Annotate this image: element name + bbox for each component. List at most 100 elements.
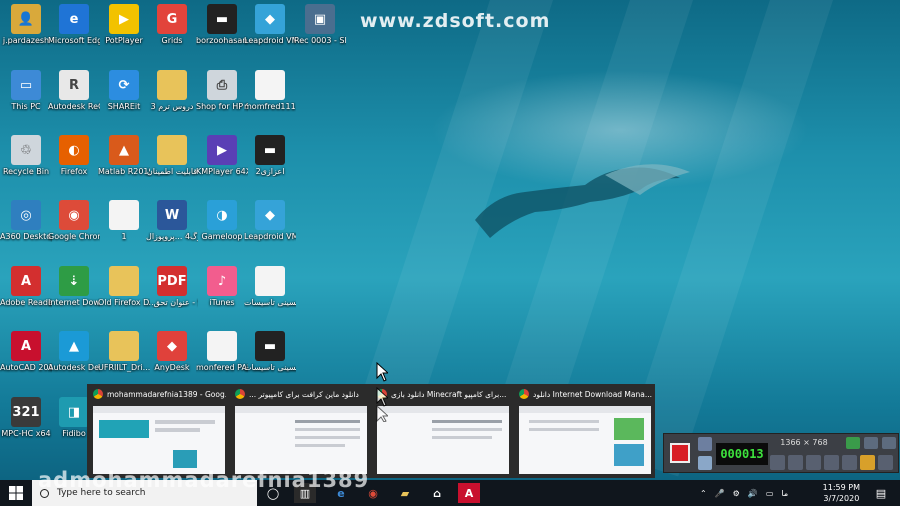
itunes-icon: ♪ [207, 266, 237, 296]
matlab-icon: ▲ [109, 135, 139, 165]
desktop-icon[interactable]: R Autodesk ReCap 360 [48, 68, 100, 112]
desktop-icon[interactable]: e Microsoft Edge [48, 2, 100, 46]
task-view-thumbnails: mohammadarefnia1389 - Goog... ... دانلود… [87, 384, 655, 478]
taskbar-search-box[interactable]: Type here to search [32, 480, 257, 506]
battery-icon[interactable]: ▭ [766, 489, 774, 498]
desktop-icon[interactable]: ◆ AnyDesk [146, 329, 198, 373]
desktop-icon[interactable]: ⎙ Shop for HP Supplies [196, 68, 248, 112]
stop-record-button[interactable] [670, 443, 690, 463]
network-icon[interactable]: ⚙ [733, 489, 740, 498]
potplayer-icon: ▶ [109, 4, 139, 34]
file-explorer-icon[interactable]: ▰ [394, 483, 416, 503]
desktop-icon[interactable]: قابلیت اطمینان [146, 133, 198, 177]
adobe-reader-icon: A [11, 266, 41, 296]
start-button[interactable] [0, 480, 32, 506]
task-thumbnail[interactable]: دانلود بازی Minecraft برای کامپیو... [374, 386, 510, 476]
notification-icon[interactable]: ▤ [870, 483, 892, 503]
desktop-icon[interactable]: A AutoCAD 2017 - E... [0, 329, 52, 373]
desktop-icon[interactable]: ♪ iTunes [196, 264, 248, 308]
task-view-icon[interactable]: ◯ [262, 483, 284, 503]
desktop-icon-label: momfred111 - Copy [244, 102, 296, 111]
multitask-icon[interactable]: ▥ [294, 483, 316, 503]
task-thumbnail[interactable]: ... دانلود ماین کرافت برای کامپیوتر [232, 386, 368, 476]
task-thumbnail-title: mohammadarefnia1389 - Goog... [107, 389, 226, 399]
desktop-icon[interactable]: ▶ KMPlayer 64X [196, 133, 248, 177]
desktop-icon-label: Autodesk Desktop App [48, 363, 100, 372]
desktop-icon-label: Rec 0003 - Shortcut [294, 36, 346, 45]
desktop-icon[interactable]: ◐ Firefox [48, 133, 100, 177]
desktop-icon[interactable]: اقای حسینی تاسیسات.bak [244, 264, 296, 308]
desktop-icon[interactable]: ◉ Google Chrome [48, 198, 100, 242]
blank-file-icon [255, 266, 285, 296]
region-button[interactable] [846, 437, 860, 449]
volume-icon[interactable]: 🔊 [748, 489, 758, 498]
desktop-icon[interactable]: ▭ This PC [0, 68, 52, 112]
desktop-icon[interactable]: 1 [98, 198, 150, 242]
desktop-icon[interactable]: Old Firefox Data [98, 264, 150, 308]
autocad-taskbar-icon[interactable]: A [458, 483, 480, 503]
desktop-icon-label: iTunes [209, 298, 235, 307]
desktop-icon[interactable]: ◆ Leapdroid VM1 [244, 2, 296, 46]
desktop-icon-label: A360 Desktop [0, 232, 52, 241]
desktop-icon[interactable]: ◑ Gameloop [196, 198, 248, 242]
search-icon [40, 488, 49, 498]
desktop-icon[interactable]: PDF ...عنوان تحق - Shortcut [146, 264, 198, 308]
language-indicator[interactable]: ما [781, 489, 788, 498]
speaker-icon[interactable] [770, 455, 785, 470]
recycle-bin-icon: ♲ [11, 135, 41, 165]
desktop-icon[interactable]: ▲ Autodesk Desktop App [48, 329, 100, 373]
windows-icon [9, 486, 23, 500]
gameloop-icon: ◑ [207, 200, 237, 230]
taskbar: Type here to search ◯ ▥ e ◉ ▰ ⌂ A ⌃ 🎤 ⚙ … [0, 480, 900, 506]
microphone-icon[interactable]: 🎤 [715, 489, 725, 498]
autodesk-app-icon: ▲ [59, 331, 89, 361]
desktop-icon[interactable]: monfered PARSIAN.bak [196, 329, 248, 373]
desktop-icon[interactable]: ♲ Recycle Bin [0, 133, 52, 177]
desktop-icon[interactable]: W کاربرگ4 ...پروپوزال [146, 198, 198, 242]
desktop-icon[interactable]: momfred111 - Copy [244, 68, 296, 112]
settings-icon[interactable] [878, 455, 893, 470]
desktop-icon[interactable]: ▲ Matlab R2019a [98, 133, 150, 177]
chrome-taskbar-icon[interactable]: ◉ [362, 483, 384, 503]
desktop-icon[interactable]: ▬ borzoohasan -94-11-5 ta... [196, 2, 248, 46]
desktop-icon-label: UFRIILT_Dri... [98, 363, 150, 372]
desktop-icon[interactable]: A Adobe Reader X [0, 264, 52, 308]
close-button[interactable] [882, 437, 896, 449]
chrome-icon [93, 389, 103, 399]
desktop-icon[interactable]: ◆ Leapdroid VM2 [244, 198, 296, 242]
task-thumbnail[interactable]: دانلود Internet Download Mana... [516, 386, 652, 476]
chevron-up-icon[interactable]: ⌃ [700, 489, 707, 498]
desktop-icon[interactable]: ⇣ Internet Downlo... [48, 264, 100, 308]
taskbar-clock[interactable]: 11:59 PM 3/7/2020 [823, 482, 860, 504]
blank-file-icon [109, 200, 139, 230]
desktop-icon[interactable]: ◎ A360 Desktop [0, 198, 52, 242]
microphone-icon[interactable] [788, 455, 803, 470]
desktop-icon[interactable]: 321 MPC-HC x64 [0, 395, 52, 439]
edge-taskbar-icon[interactable]: e [330, 483, 352, 503]
cursor-icon[interactable] [824, 455, 839, 470]
this-pc-icon: ▭ [11, 70, 41, 100]
desktop-icon[interactable]: G Grids [146, 2, 198, 46]
desktop-icon-label: KMPlayer 64X [196, 167, 248, 176]
desktop-icon[interactable]: ⟳ SHAREit [98, 68, 150, 112]
desktop-icon[interactable]: ▶ PotPlayer [98, 2, 150, 46]
webcam-icon[interactable] [806, 455, 821, 470]
minimize-button[interactable] [864, 437, 878, 449]
desktop-icon[interactable]: 👤 j.pardazesh [0, 2, 52, 46]
text-file-icon [255, 70, 285, 100]
desktop-icon[interactable]: ▬ اقای حسینی تاسیسات [244, 329, 296, 373]
desktop-icon[interactable]: دروس ترم 3 [146, 68, 198, 112]
desktop-icon[interactable]: UFRIILT_Dri... [98, 329, 150, 373]
task-thumbnail[interactable]: mohammadarefnia1389 - Goog... [90, 386, 226, 476]
chrome-icon [235, 389, 245, 399]
desktop-icon[interactable]: ▬ اعزازی2 [244, 133, 296, 177]
pen-icon[interactable] [842, 455, 857, 470]
desktop-icon[interactable]: ▣ Rec 0003 - Shortcut [294, 2, 346, 46]
pause-button[interactable] [698, 456, 712, 470]
camera-icon[interactable] [698, 437, 712, 451]
video-file-icon: ▬ [207, 4, 237, 34]
mouse-cursor-icon [376, 362, 388, 422]
folder-icon[interactable] [860, 455, 875, 470]
store-icon[interactable]: ⌂ [426, 483, 448, 503]
kmplayer-icon: ▶ [207, 135, 237, 165]
